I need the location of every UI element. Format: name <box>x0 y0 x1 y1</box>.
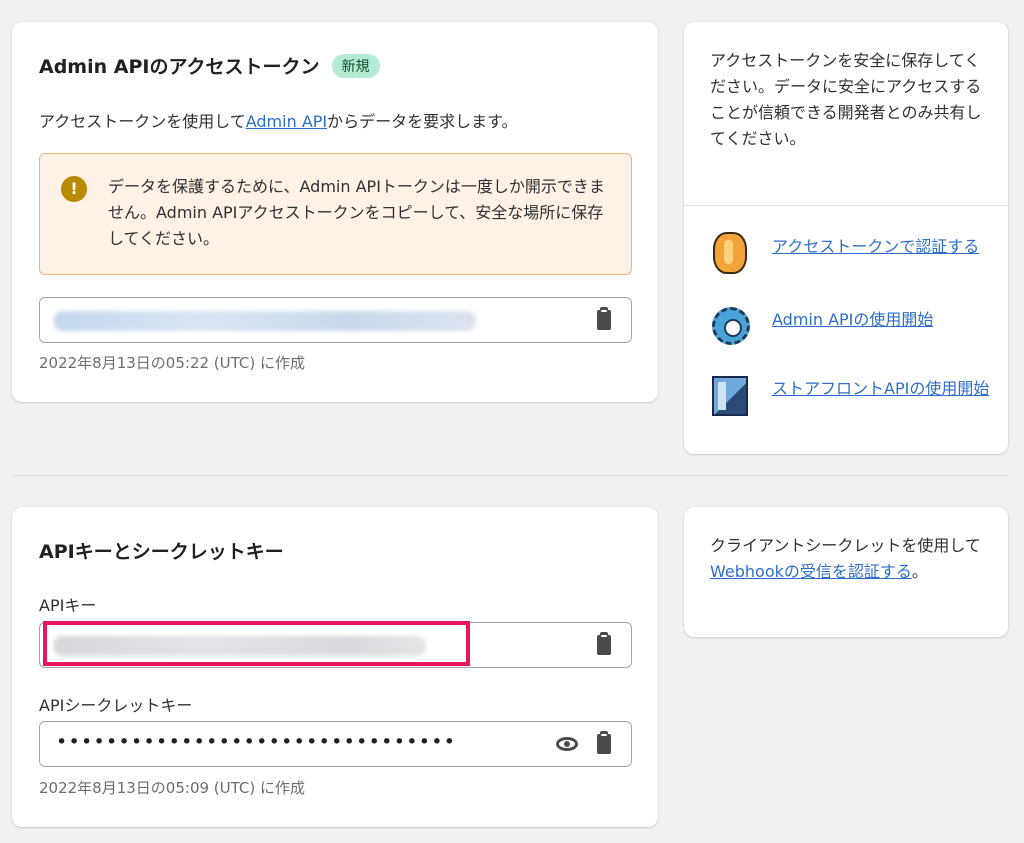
api-secret-label: APIシークレットキー <box>39 696 193 715</box>
api-key-highlight-box <box>43 621 470 666</box>
api-key-label: APIキー <box>39 596 97 615</box>
storefront-book-icon <box>710 374 752 416</box>
webhook-text-prefix: クライアントシークレットを使用して <box>710 536 981 555</box>
access-token-help-text: アクセストークンを安全に保存してください。データに安全にアクセスすることが信頼で… <box>710 51 982 148</box>
api-keys-title: APIキーとシークレットキー <box>39 541 284 563</box>
clipboard-icon[interactable] <box>597 307 611 330</box>
exclamation-icon: ! <box>61 176 87 202</box>
resource-auth-item[interactable]: アクセストークンで認証する <box>710 232 990 274</box>
description-prefix: アクセストークンを使用して <box>39 112 246 131</box>
storefront-api-start-link[interactable]: ストアフロントAPIの使用開始 <box>772 374 989 402</box>
admin-api-start-link[interactable]: Admin APIの使用開始 <box>772 305 933 333</box>
access-token-description: アクセストークンを使用してAdmin APIからデータを要求します。 <box>39 108 518 132</box>
warning-banner: ! データを保護するために、Admin APIトークンは一度しか開示できません。… <box>39 153 632 275</box>
admin-api-link[interactable]: Admin API <box>246 112 327 131</box>
warning-text: データを保護するために、Admin APIトークンは一度しか開示できません。Ad… <box>108 177 605 248</box>
access-token-title: Admin APIのアクセストークン <box>39 56 320 78</box>
webhook-help-card: クライアントシークレットを使用して Webhookの受信を認証する。 <box>684 507 1008 637</box>
access-token-created: 2022年8月13日の05:22 (UTC) に作成 <box>39 354 306 372</box>
auth-with-token-link[interactable]: アクセストークンで認証する <box>772 232 979 260</box>
access-token-card: Admin APIのアクセストークン 新規 アクセストークンを使用してAdmin… <box>12 22 658 402</box>
api-keys-card: APIキーとシークレットキー APIキー APIシークレットキー •••••••… <box>12 507 658 827</box>
resource-storefront-item[interactable]: ストアフロントAPIの使用開始 <box>710 374 990 416</box>
webhook-help-text: クライアントシークレットを使用して Webhookの受信を認証する。 <box>710 533 990 585</box>
api-keys-created: 2022年8月13日の05:09 (UTC) に作成 <box>39 779 306 797</box>
access-token-title-row: Admin APIのアクセストークン 新規 <box>39 52 380 79</box>
clipboard-icon[interactable] <box>597 632 611 655</box>
gear-icon <box>710 305 752 347</box>
masked-secret-value: •••••••••••••••••••••••••••••••• <box>56 731 457 753</box>
eye-icon[interactable] <box>556 737 578 751</box>
webhook-auth-link[interactable]: Webhookの受信を認証する <box>710 562 912 581</box>
clipboard-icon[interactable] <box>597 731 611 754</box>
access-token-help-card: アクセストークンを安全に保存してください。データに安全にアクセスすることが信頼で… <box>684 22 1008 454</box>
webhook-text-suffix: 。 <box>911 562 928 581</box>
new-badge: 新規 <box>331 53 380 78</box>
coin-icon <box>710 232 752 274</box>
help-divider <box>684 205 1008 206</box>
section-divider <box>12 475 1008 476</box>
api-secret-field[interactable]: •••••••••••••••••••••••••••••••• <box>39 721 632 767</box>
blurred-token-value <box>54 311 476 331</box>
description-suffix: からデータを要求します。 <box>327 112 518 131</box>
access-token-field[interactable] <box>39 297 632 343</box>
api-keys-title-row: APIキーとシークレットキー <box>39 537 284 564</box>
resource-admin-item[interactable]: Admin APIの使用開始 <box>710 305 990 347</box>
